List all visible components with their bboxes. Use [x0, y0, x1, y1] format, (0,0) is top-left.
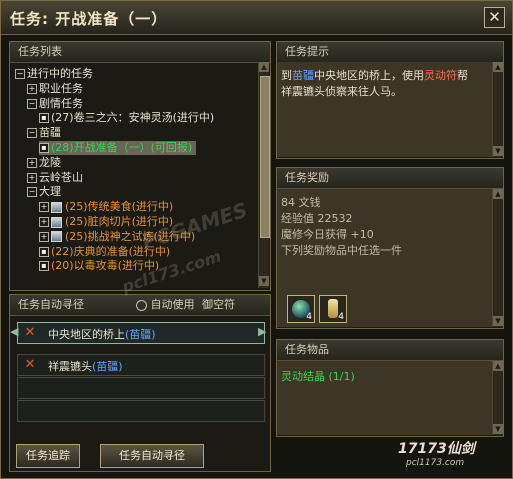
quest-items-scrollbar[interactable]: ▲ ▼ [492, 361, 503, 435]
scroll-down-icon[interactable]: ▼ [493, 424, 503, 434]
auto-use-label: 自动使用 [150, 298, 195, 311]
quest-row[interactable]: + 职业任务 [27, 82, 83, 96]
expand-icon[interactable]: + [39, 217, 49, 227]
quest-scroll-icon [51, 231, 62, 243]
quest-name: 进行中的任务 [27, 67, 93, 80]
route-row-active[interactable]: ✕ 中央地区的桥上(苗疆) [17, 322, 265, 344]
reward-lines: 84 文钱 经验值 22532 魔修今日获得 +10 下列奖励物品中任选一件 [281, 195, 402, 259]
crossed-swords-icon: ✕ [24, 357, 36, 372]
crossed-swords-icon: ✕ [24, 325, 36, 340]
scroll-down-icon[interactable]: ▼ [259, 276, 269, 286]
route-text: 祥震镳头(苗疆) [48, 360, 123, 373]
reward-title: 任务奖励 [277, 168, 503, 189]
quest-name: (27)卷三之六：安神灵汤 [51, 111, 173, 125]
expand-icon[interactable]: + [39, 202, 49, 213]
quest-name: (28)开战准备（一） [51, 141, 151, 154]
item-count: 4 [338, 312, 344, 322]
quest-status: (进行中) [131, 200, 174, 214]
scroll-up-icon[interactable]: ▲ [259, 62, 269, 72]
quest-name: (20)以毒攻毒 [51, 259, 118, 273]
quest-list-title: 任务列表 [10, 42, 270, 63]
quest-name: 云岭苍山 [39, 170, 83, 184]
quest-node-icon[interactable]: ▪ [39, 246, 49, 257]
track-quest-button[interactable]: 任务追踪 [16, 444, 80, 468]
scroll-up-icon[interactable]: ▲ [493, 361, 503, 371]
collapse-icon[interactable]: − [27, 98, 37, 109]
quest-item-line: 灵动结晶 (1/1) [281, 370, 355, 383]
hint-text: 到苗疆中央地区的桥上，使用灵动符帮 祥震镳头侦察来往人马。 [281, 69, 468, 98]
row-left-arrow-icon: ◀ [10, 325, 19, 338]
scroll-up-icon[interactable]: ▲ [493, 189, 503, 199]
quest-status: (进行中) [172, 111, 215, 125]
quest-status: (可回报) [150, 141, 193, 154]
flying-talisman-label: 御空符 [202, 298, 235, 311]
row-right-arrow-icon: ▶ [258, 325, 267, 338]
reward-item-slot[interactable]: 4 [319, 295, 347, 323]
auto-route-button[interactable]: 任务自动寻径 [100, 444, 204, 468]
quest-row[interactable]: + 云岭苍山 [27, 171, 83, 185]
quest-list-scrollbar[interactable]: ▲ ▼ [258, 62, 270, 288]
reward-scrollbar[interactable]: ▲ ▼ [492, 189, 503, 327]
scroll-down-icon[interactable]: ▼ [493, 316, 503, 326]
expand-icon[interactable]: + [39, 231, 49, 242]
auto-use-checkbox[interactable]: 自动使用 御空符 [136, 295, 235, 315]
quest-scroll-icon [51, 201, 62, 213]
reward-choose-one: 下列奖励物品中任选一件 [281, 244, 402, 257]
quest-row[interactable]: − 大理 [27, 185, 61, 199]
route-row-empty[interactable] [17, 377, 265, 399]
quest-scroll-icon [51, 216, 62, 228]
quest-name: 龙陵 [39, 155, 61, 169]
checkbox-icon[interactable] [136, 299, 147, 311]
scroll-down-icon[interactable]: ▼ [493, 146, 503, 156]
quest-row[interactable]: ▪ (27)卷三之六：安神灵汤(进行中) [39, 111, 214, 125]
close-button[interactable]: ✕ [484, 7, 505, 28]
quest-row[interactable]: + (25)传统美食(进行中) [39, 200, 173, 214]
collapse-icon[interactable]: − [27, 187, 37, 198]
quest-name: (22)庆典的准备 [51, 244, 129, 258]
window-title: 任务: 开战准备（一） [10, 10, 168, 28]
quest-items-title: 任务物品 [277, 340, 503, 361]
expand-icon[interactable]: + [27, 157, 37, 168]
quest-name: 苗疆 [39, 126, 61, 140]
route-text: 中央地区的桥上(苗疆) [48, 328, 156, 341]
watermark-logo: 17173仙剑 [398, 441, 475, 457]
route-row-empty[interactable] [17, 400, 265, 422]
reward-item-slot[interactable]: 4 [287, 295, 315, 323]
expand-icon[interactable]: + [27, 172, 37, 183]
scroll-up-icon[interactable]: ▲ [493, 62, 503, 72]
hint-title: 任务提示 [277, 42, 503, 63]
bottle-item-icon [328, 299, 338, 318]
expand-icon[interactable]: + [27, 83, 37, 94]
quest-node-icon[interactable]: ▪ [39, 113, 49, 124]
quest-name: (25)传统美食 [65, 200, 132, 214]
quest-row[interactable]: − 苗疆 [27, 126, 61, 140]
quest-name: 剧情任务 [39, 96, 83, 110]
route-row[interactable]: ✕ 祥震镳头(苗疆) [17, 354, 265, 376]
collapse-icon[interactable]: − [27, 128, 37, 139]
reward-money: 84 文钱 [281, 196, 321, 209]
scroll-thumb[interactable] [260, 76, 270, 238]
reward-cultivation: 魔修今日获得 +10 [281, 228, 374, 241]
hint-scrollbar[interactable]: ▲ ▼ [492, 62, 503, 157]
auto-route-title: 任务自动寻径 [18, 298, 84, 311]
collapse-icon[interactable]: − [15, 69, 25, 79]
quest-row[interactable]: + 龙陵 [27, 156, 61, 170]
watermark-url: pcl1173.com [406, 458, 465, 468]
quest-row[interactable]: − 进行中的任务 [15, 67, 93, 81]
quest-name: 大理 [39, 185, 61, 199]
auto-route-header: 任务自动寻径 自动使用 御空符 [10, 295, 270, 316]
quest-node-icon[interactable]: ▪ [39, 261, 49, 272]
item-count: 4 [306, 312, 312, 322]
close-icon: ✕ [488, 8, 501, 26]
quest-row[interactable]: − 剧情任务 [27, 97, 83, 111]
quest-name: 职业任务 [39, 81, 83, 95]
quest-row-selected[interactable]: ▪ (28)开战准备（一）(可回报) [39, 141, 197, 155]
quest-node-icon[interactable]: ▪ [39, 143, 49, 153]
reward-exp: 经验值 22532 [281, 212, 353, 225]
quest-name: (25)脏肉切片 [65, 215, 132, 228]
